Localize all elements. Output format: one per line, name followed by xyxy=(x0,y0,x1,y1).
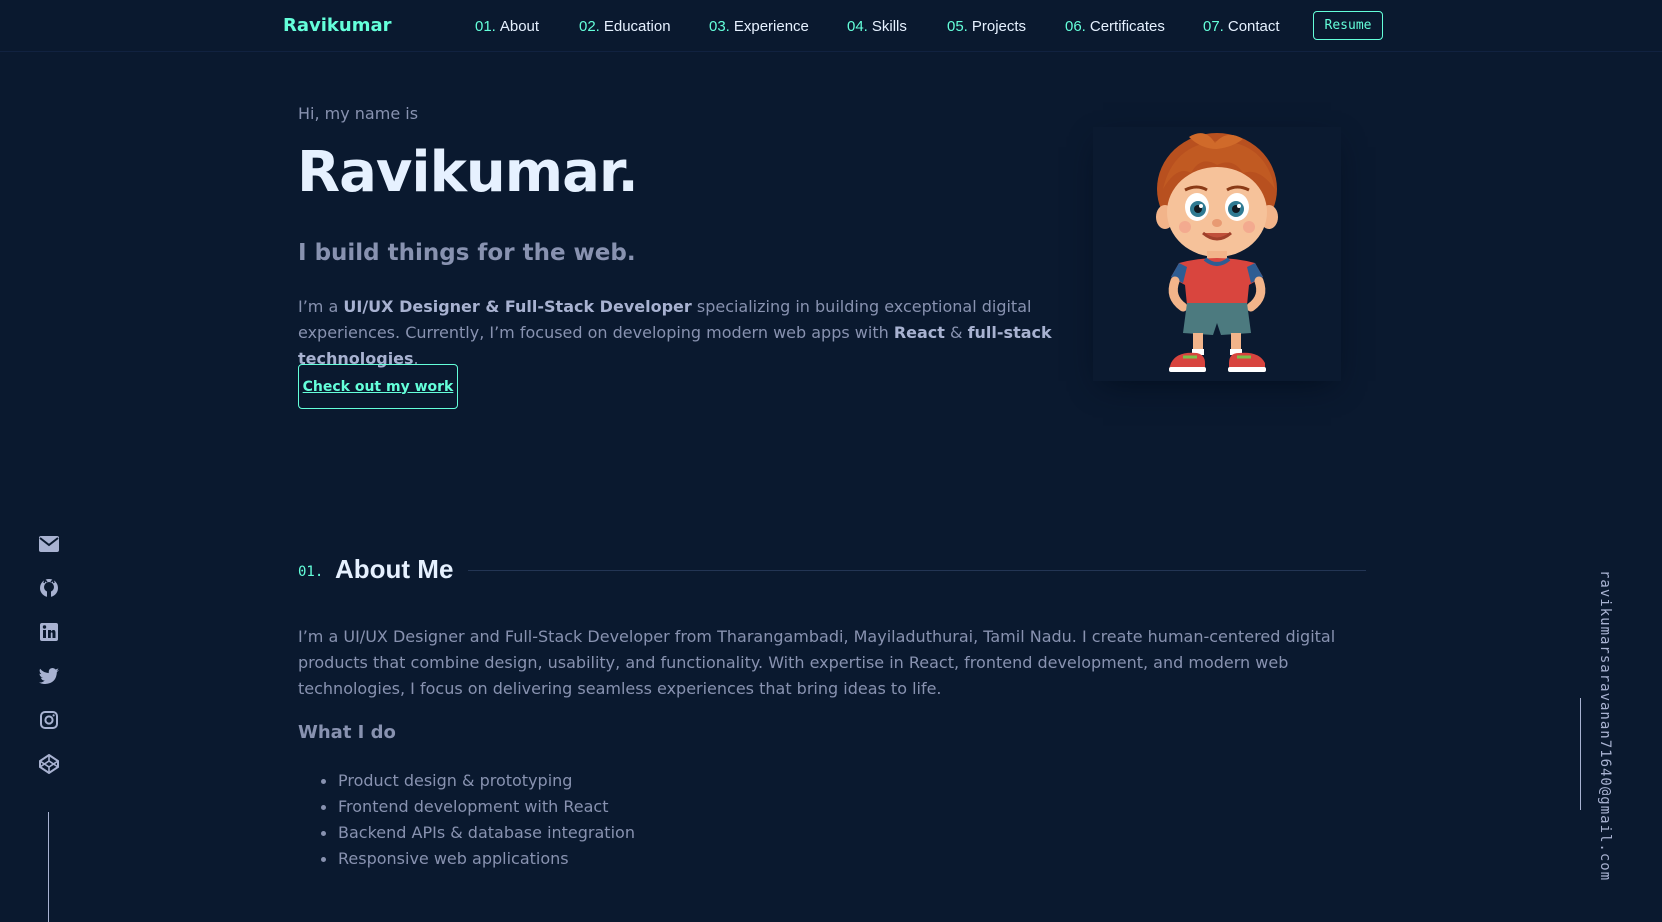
vertical-email-link[interactable]: ravikumarsaravanan71640@gmail.com xyxy=(1597,570,1613,881)
right-divider-line xyxy=(1580,698,1581,810)
nav-num: 05. xyxy=(947,18,968,35)
hero-description: I’m a UI/UX Designer & Full-Stack Develo… xyxy=(298,294,1058,372)
hero-greeting: Hi, my name is xyxy=(298,104,419,123)
nav-num: 04. xyxy=(847,18,868,35)
hero-tagline: I build things for the web. xyxy=(298,240,636,266)
nav-label: Contact xyxy=(1227,18,1280,35)
nav-label: Certificates xyxy=(1089,18,1165,35)
desc-text: I’m a xyxy=(298,297,344,316)
section-title: About Me xyxy=(335,554,454,584)
hero-name: Ravikumar. xyxy=(297,140,639,205)
section-divider xyxy=(468,570,1366,571)
top-navbar: Ravikumar 01. About 02. Education 03. Exper… xyxy=(0,0,1662,52)
nav-label: Skills xyxy=(871,18,907,35)
github-icon[interactable] xyxy=(38,577,60,599)
about-section-heading: 01. About Me xyxy=(298,554,1366,588)
instagram-icon[interactable] xyxy=(38,709,60,731)
nav-num: 03. xyxy=(709,18,730,35)
section-number: 01. xyxy=(298,564,324,580)
nav-link-experience[interactable]: 03. Experience xyxy=(709,18,809,35)
left-divider-line xyxy=(48,812,49,922)
nav-num: 01. xyxy=(475,18,496,35)
nav-link-skills[interactable]: 04. Skills xyxy=(847,18,907,35)
codepen-icon[interactable] xyxy=(38,753,60,775)
nav-num: 06. xyxy=(1065,18,1086,35)
avatar xyxy=(1093,127,1341,381)
nav-label: Projects xyxy=(971,18,1027,35)
list-item: Responsive web applications xyxy=(298,846,635,872)
site-logo[interactable]: Ravikumar xyxy=(283,15,391,36)
desc-role: UI/UX Designer & Full-Stack Developer xyxy=(343,297,692,316)
twitter-icon[interactable] xyxy=(38,665,60,687)
cartoon-boy-illustration xyxy=(1156,133,1278,372)
nav-label: Experience xyxy=(733,18,809,35)
desc-react: React xyxy=(893,323,945,342)
nav-link-about[interactable]: 01. About xyxy=(475,18,539,35)
about-paragraph: I’m a UI/UX Designer and Full-Stack Deve… xyxy=(298,627,1336,698)
list-item: Backend APIs & database integration xyxy=(298,820,635,846)
check-out-work-button[interactable]: Check out my work xyxy=(298,364,458,409)
nav-num: 02. xyxy=(579,18,600,35)
what-i-do-list: Product design & prototyping Frontend de… xyxy=(298,768,635,872)
what-i-do-heading: What I do xyxy=(298,722,396,743)
nav-num: 07. xyxy=(1203,18,1224,35)
list-item: Product design & prototyping xyxy=(298,768,635,794)
nav-link-contact[interactable]: 07. Contact xyxy=(1203,18,1280,35)
nav-link-projects[interactable]: 05. Projects xyxy=(947,18,1026,35)
list-item: Frontend development with React xyxy=(298,794,635,820)
resume-button[interactable]: Resume xyxy=(1313,11,1383,40)
nav-link-education[interactable]: 02. Education xyxy=(579,18,671,35)
nav-label: About xyxy=(499,18,540,35)
mail-icon[interactable] xyxy=(38,533,60,555)
nav-label: Education xyxy=(603,18,671,35)
desc-text: & xyxy=(944,323,968,342)
nav-link-certificates[interactable]: 06. Certificates xyxy=(1065,18,1165,35)
linkedin-icon[interactable] xyxy=(38,621,60,643)
